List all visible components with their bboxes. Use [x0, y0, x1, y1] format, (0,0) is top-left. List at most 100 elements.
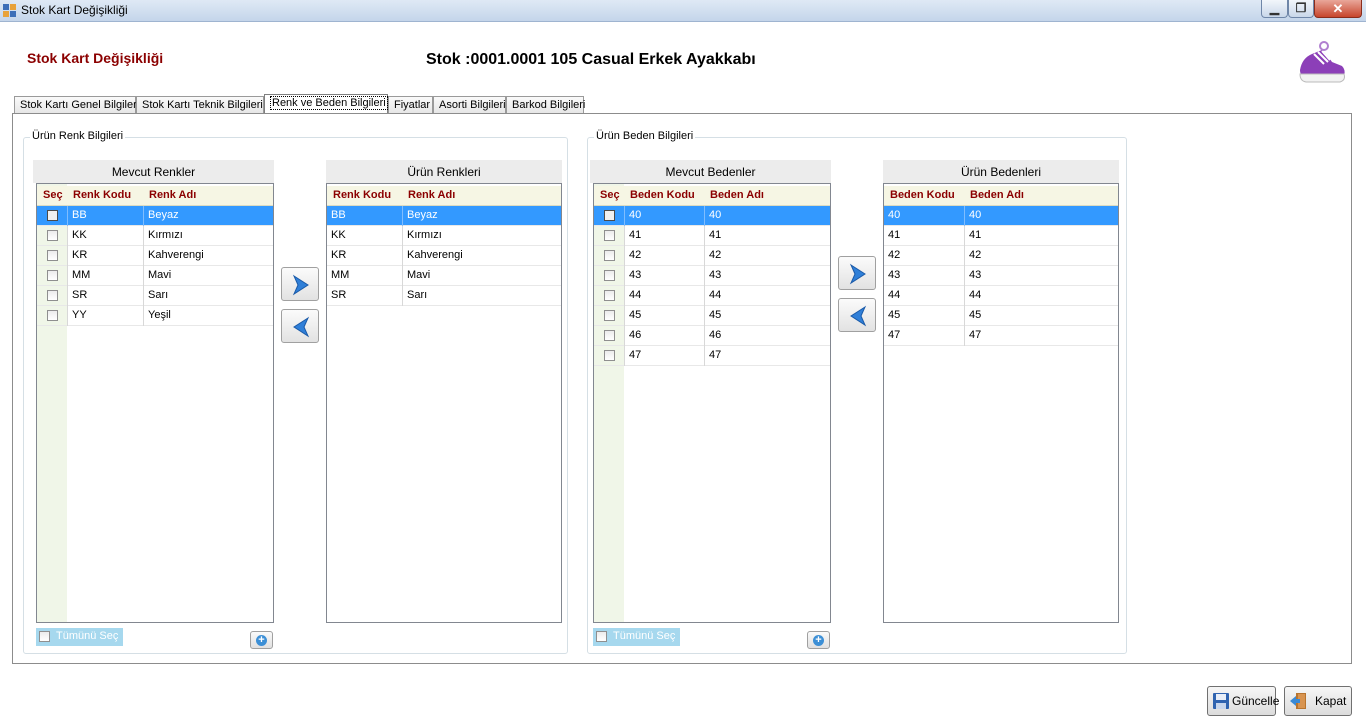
- size-code: 42: [888, 249, 901, 261]
- table-row[interactable]: KK Kırmızı: [37, 226, 273, 246]
- update-label: Güncelle: [1232, 694, 1280, 708]
- close-button[interactable]: Kapat: [1284, 686, 1352, 716]
- table-row[interactable]: 45 45: [884, 306, 1118, 326]
- select-all-sizes-checkbox[interactable]: Tümünü Seç: [593, 628, 680, 646]
- row-checkbox[interactable]: [604, 230, 615, 241]
- stock-label: Stok :0001.0001 105 Casual Erkek Ayakkab…: [426, 51, 756, 68]
- close-window-button[interactable]: ✕: [1314, 0, 1362, 18]
- color-name: Beyaz: [402, 206, 561, 226]
- color-name: Kahverengi: [402, 246, 561, 266]
- size-name: 43: [704, 266, 830, 286]
- size-code: 42: [624, 246, 704, 266]
- table-row[interactable]: 40 40: [884, 206, 1118, 226]
- table-row[interactable]: BB Beyaz: [37, 206, 273, 226]
- table-row[interactable]: 43 43: [594, 266, 830, 286]
- tab-color-size[interactable]: Renk ve Beden Bilgileri: [264, 94, 388, 115]
- column-header-name: Renk Adı: [408, 189, 456, 201]
- color-code: SR: [331, 289, 347, 301]
- table-row[interactable]: 47 47: [594, 346, 830, 366]
- color-name: Kırmızı: [143, 226, 273, 246]
- size-name: 45: [704, 306, 830, 326]
- minimize-button[interactable]: ▁: [1261, 0, 1288, 18]
- color-code: BB: [331, 209, 346, 221]
- row-checkbox[interactable]: [47, 230, 58, 241]
- select-all-colors-checkbox[interactable]: Tümünü Seç: [36, 628, 123, 646]
- column-header-name: Renk Adı: [149, 189, 197, 201]
- arrow-right-icon: [292, 274, 309, 296]
- table-row[interactable]: 41 41: [594, 226, 830, 246]
- row-checkbox[interactable]: [47, 250, 58, 261]
- table-row[interactable]: 46 46: [594, 326, 830, 346]
- available-sizes-title: Mevcut Bedenler: [590, 160, 831, 183]
- table-row[interactable]: MM Mavi: [327, 266, 561, 286]
- close-label: Kapat: [1315, 694, 1347, 708]
- size-code: 40: [624, 206, 704, 226]
- table-row[interactable]: YY Yeşil: [37, 306, 273, 326]
- arrow-left-icon: [850, 305, 867, 327]
- window-title: Stok Kart Değişikliği: [21, 3, 128, 17]
- color-code: BB: [67, 206, 143, 226]
- remove-color-button[interactable]: [281, 309, 319, 343]
- table-row[interactable]: 43 43: [884, 266, 1118, 286]
- size-group-title: Ürün Beden Bilgileri: [594, 130, 696, 142]
- available-sizes-list[interactable]: Seç Beden Kodu Beden Adı 40 40 41 41 42 …: [593, 183, 831, 623]
- table-row[interactable]: KR Kahverengi: [327, 246, 561, 266]
- table-row[interactable]: 45 45: [594, 306, 830, 326]
- row-checkbox[interactable]: [47, 270, 58, 281]
- color-name: Kahverengi: [143, 246, 273, 266]
- row-checkbox[interactable]: [604, 350, 615, 361]
- exit-door-icon: [1290, 693, 1306, 709]
- table-row[interactable]: 42 42: [594, 246, 830, 266]
- size-name: 43: [964, 266, 1118, 286]
- row-checkbox[interactable]: [604, 250, 615, 261]
- add-color-item-button[interactable]: +: [250, 631, 273, 649]
- table-row[interactable]: 44 44: [594, 286, 830, 306]
- add-color-button[interactable]: [281, 267, 319, 301]
- table-row[interactable]: BB Beyaz: [327, 206, 561, 226]
- row-checkbox[interactable]: [604, 270, 615, 281]
- column-header-select: Seç: [600, 189, 620, 201]
- add-size-item-button[interactable]: +: [807, 631, 830, 649]
- available-colors-list[interactable]: Seç Renk Kodu Renk Adı BB Beyaz KK Kırmı…: [36, 183, 274, 623]
- size-code: 45: [624, 306, 704, 326]
- row-checkbox[interactable]: [47, 290, 58, 301]
- size-name: 47: [704, 346, 830, 366]
- color-code: MM: [67, 266, 143, 286]
- product-colors-list[interactable]: Renk Kodu Renk Adı BB Beyaz KK Kırmızı K…: [326, 183, 562, 623]
- size-name: 41: [704, 226, 830, 246]
- table-row[interactable]: 40 40: [594, 206, 830, 226]
- color-code: MM: [331, 269, 350, 281]
- table-row[interactable]: 41 41: [884, 226, 1118, 246]
- table-row[interactable]: 42 42: [884, 246, 1118, 266]
- table-row[interactable]: 44 44: [884, 286, 1118, 306]
- checkbox-box: [39, 631, 50, 642]
- table-row[interactable]: SR Sarı: [327, 286, 561, 306]
- sneaker-icon: [1299, 41, 1345, 83]
- app-icon: [3, 4, 17, 18]
- color-code: KK: [67, 226, 143, 246]
- table-row[interactable]: 47 47: [884, 326, 1118, 346]
- row-checkbox[interactable]: [604, 290, 615, 301]
- maximize-button[interactable]: ❐: [1288, 0, 1314, 18]
- table-row[interactable]: SR Sarı: [37, 286, 273, 306]
- row-checkbox[interactable]: [604, 330, 615, 341]
- remove-size-button[interactable]: [838, 298, 876, 332]
- row-checkbox[interactable]: [47, 210, 58, 221]
- row-checkbox[interactable]: [604, 210, 615, 221]
- product-sizes-list[interactable]: Beden Kodu Beden Adı 40 40 41 41 42 42 4…: [883, 183, 1119, 623]
- table-row[interactable]: KR Kahverengi: [37, 246, 273, 266]
- add-size-button[interactable]: [838, 256, 876, 290]
- checkbox-box: [596, 631, 607, 642]
- row-checkbox[interactable]: [604, 310, 615, 321]
- restore-icon: ❐: [1295, 1, 1307, 15]
- table-row[interactable]: MM Mavi: [37, 266, 273, 286]
- row-checkbox[interactable]: [47, 310, 58, 321]
- color-name: Kırmızı: [402, 226, 561, 246]
- color-code: YY: [67, 306, 143, 326]
- available-colors-title: Mevcut Renkler: [33, 160, 274, 183]
- update-button[interactable]: Güncelle: [1207, 686, 1280, 716]
- save-icon: [1213, 693, 1229, 709]
- size-name: 40: [964, 206, 1118, 226]
- table-row[interactable]: KK Kırmızı: [327, 226, 561, 246]
- color-name: Sarı: [402, 286, 561, 306]
